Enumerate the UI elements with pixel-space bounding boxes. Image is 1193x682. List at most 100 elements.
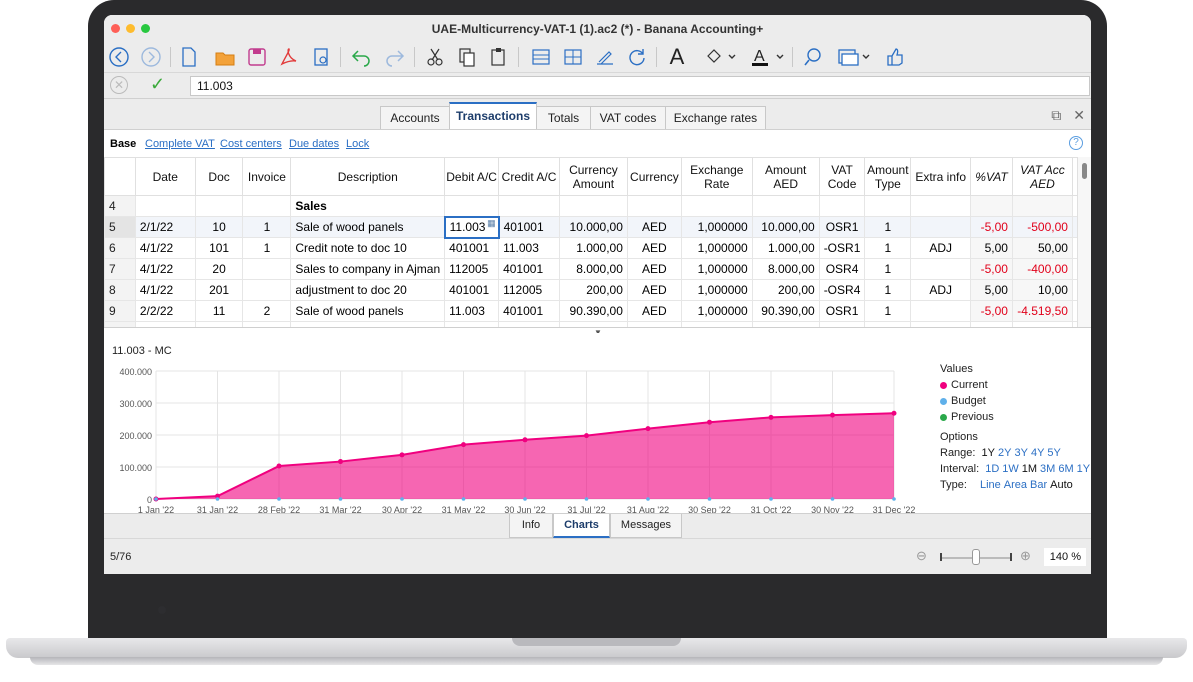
cell-date[interactable]: 4/1/22	[134, 258, 196, 280]
cell-doc[interactable]: 10	[194, 216, 244, 238]
forward-icon[interactable]	[138, 45, 164, 69]
cell-debit[interactable]: 112005	[444, 258, 500, 280]
cell-extra[interactable]: ADJ	[910, 237, 972, 259]
range-option[interactable]: 2Y	[998, 447, 1011, 459]
range-option[interactable]: 1Y	[982, 447, 995, 459]
cell-atype[interactable]: 1	[864, 279, 912, 301]
cell-camt[interactable]: 8.000,00	[558, 258, 628, 280]
range-option[interactable]: 3Y	[1014, 447, 1027, 459]
column-header[interactable]: VAT Code	[818, 157, 866, 196]
cell-desc[interactable]: adjustment to doc 20	[290, 279, 446, 301]
cell-pvat[interactable]: 5,00	[970, 237, 1013, 259]
cell-camt[interactable]: 90.390,00	[558, 300, 628, 322]
cell-credit[interactable]: 401001	[498, 258, 560, 280]
type-option[interactable]: Area	[1004, 479, 1027, 491]
range-option[interactable]: 4Y	[1031, 447, 1044, 459]
paste-icon[interactable]	[486, 45, 512, 69]
cell-date[interactable]: 4/1/22	[134, 237, 196, 259]
cell-rate[interactable]: 1,000000	[680, 300, 753, 322]
cell-doc[interactable]: 20	[194, 258, 244, 280]
cell-extra[interactable]	[910, 195, 972, 217]
tab-messages[interactable]: Messages	[610, 514, 682, 538]
redo-icon[interactable]	[382, 45, 408, 69]
cell-rate[interactable]: 1,000000	[680, 237, 753, 259]
cut-icon[interactable]	[422, 45, 448, 69]
cancel-edit-icon[interactable]: ✕	[110, 76, 128, 94]
cell-credit[interactable]	[498, 195, 560, 217]
cell-doc[interactable]: 201	[194, 279, 244, 301]
cell-camt[interactable]: 200,00	[558, 279, 628, 301]
cell-atype[interactable]: 1	[864, 300, 912, 322]
cell-camt[interactable]	[558, 195, 628, 217]
recalculate-icon[interactable]	[624, 45, 650, 69]
cell-date[interactable]: 2/2/22	[134, 300, 196, 322]
cell-amt[interactable]: 90.390,00	[751, 300, 820, 322]
column-header[interactable]: Doc	[194, 157, 244, 196]
print-preview-icon[interactable]	[308, 45, 334, 69]
cell-inv[interactable]	[242, 195, 292, 217]
cell-vacc[interactable]	[1011, 195, 1073, 217]
interval-option[interactable]: 3M	[1040, 463, 1055, 475]
cell-doc[interactable]: 11	[194, 300, 244, 322]
cell-n[interactable]: 6	[104, 237, 136, 259]
cell-atype[interactable]	[864, 195, 912, 217]
cell-inv[interactable]	[242, 279, 292, 301]
cell-cur[interactable]: AED	[626, 279, 682, 301]
zoom-level[interactable]: 140 %	[1044, 548, 1086, 566]
window-menu-icon[interactable]	[834, 45, 874, 69]
data-point[interactable]	[891, 410, 897, 416]
tab-totals[interactable]: Totals	[536, 106, 591, 129]
data-point[interactable]	[276, 463, 282, 469]
cell-rate[interactable]: 1,000000	[680, 258, 753, 280]
cell-rate[interactable]: 1,000000	[680, 279, 753, 301]
cell-cur[interactable]: AED	[626, 258, 682, 280]
view-lock[interactable]: Lock	[346, 138, 369, 150]
type-option[interactable]: Line	[980, 479, 1001, 491]
cell-date[interactable]: 2/1/22	[134, 216, 196, 238]
edit-icon[interactable]	[592, 45, 618, 69]
cell-desc[interactable]: Credit note to doc 10	[290, 237, 446, 259]
cell-rate[interactable]: 1,000000	[680, 216, 753, 238]
help-icon[interactable]: ?	[1069, 136, 1083, 150]
cell-vat[interactable]: OSR4	[818, 258, 866, 280]
column-header[interactable]: VAT Acc AED	[1011, 157, 1073, 196]
cell-desc[interactable]: Sale of wood panels	[290, 300, 446, 322]
cell-pvat[interactable]: -5,00	[970, 300, 1013, 322]
interval-option[interactable]: 6M	[1058, 463, 1073, 475]
cell-amt[interactable]	[751, 195, 820, 217]
column-header[interactable]: Invoice	[242, 157, 292, 196]
thumbs-up-icon[interactable]	[882, 45, 908, 69]
data-point[interactable]	[461, 442, 466, 448]
text-color-icon[interactable]: A	[748, 45, 788, 69]
column-header[interactable]: Description	[290, 157, 446, 196]
cell-vacc[interactable]: 10,00	[1011, 279, 1073, 301]
fill-color-icon[interactable]	[700, 45, 740, 69]
confirm-edit-icon[interactable]: ✓	[150, 74, 165, 95]
column-header[interactable]: Date	[134, 157, 196, 196]
cell-vat[interactable]: OSR1	[818, 216, 866, 238]
table-row[interactable]: 9 2/2/22 11 2 Sale of wood panels 11.003 40100…	[104, 300, 1091, 322]
cell-debit[interactable]: 11.003	[444, 300, 500, 322]
table-row[interactable]: 7 4/1/22 20 Sales to company in Ajman 112005…	[104, 258, 1091, 280]
cell-vat[interactable]: OSR1	[818, 300, 866, 322]
table-row[interactable]: 6 4/1/22 101 1 Credit note to doc 10 401001 11…	[104, 237, 1091, 259]
cell-atype[interactable]: 1	[864, 237, 912, 259]
cell-pvat[interactable]: -5,00	[970, 258, 1013, 280]
table-row[interactable]: 4 Sales	[104, 195, 1091, 217]
cell-n[interactable]: 4	[104, 195, 136, 217]
tab-exchange-rates[interactable]: Exchange rates	[665, 106, 766, 129]
zoom-out-icon[interactable]: ⊖	[916, 548, 927, 564]
cell-amt[interactable]: 1.000,00	[751, 237, 820, 259]
cell-rate[interactable]	[680, 195, 753, 217]
cell-credit[interactable]: 401001	[498, 300, 560, 322]
data-point[interactable]	[584, 433, 589, 439]
zoom-slider-thumb[interactable]	[972, 549, 980, 565]
save-icon[interactable]	[244, 45, 270, 69]
cell-credit[interactable]: 112005	[498, 279, 560, 301]
cell-extra[interactable]	[910, 258, 972, 280]
cell-inv[interactable]: 2	[242, 300, 292, 322]
cell-amt[interactable]: 200,00	[751, 279, 820, 301]
cell-vacc[interactable]: -4.519,50	[1011, 300, 1073, 322]
cell-inv[interactable]	[242, 258, 292, 280]
cell-cur[interactable]: AED	[626, 216, 682, 238]
